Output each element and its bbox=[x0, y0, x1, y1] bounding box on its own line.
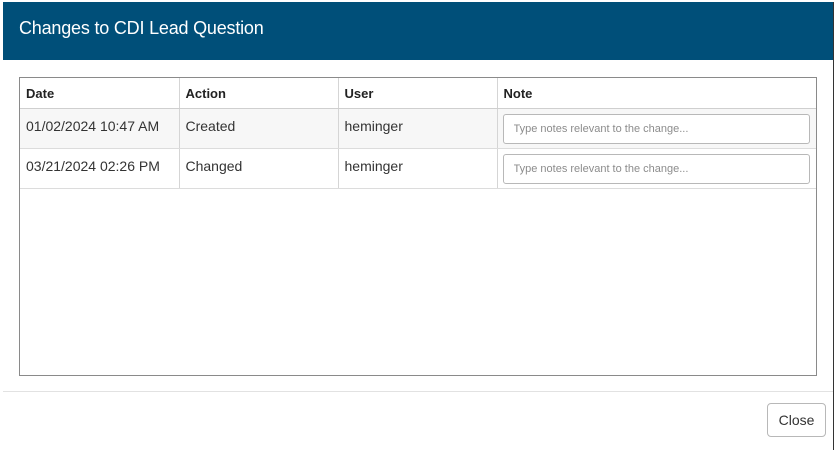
date-cell: 03/21/2024 02:26 PM bbox=[20, 148, 180, 189]
footer-divider bbox=[3, 391, 833, 392]
user-cell: heminger bbox=[338, 148, 498, 189]
close-button[interactable]: Close bbox=[767, 403, 826, 437]
table-row: 03/21/2024 02:26 PM Changed heminger bbox=[20, 148, 816, 189]
note-input[interactable] bbox=[502, 154, 810, 184]
changes-dialog: Changes to CDI Lead Question Date Action… bbox=[3, 2, 834, 450]
note-cell bbox=[497, 148, 816, 189]
note-input[interactable] bbox=[502, 114, 810, 144]
date-cell: 01/02/2024 10:47 AM bbox=[20, 108, 180, 149]
table-header-row: Date Action User Note bbox=[20, 78, 816, 109]
column-header-user[interactable]: User bbox=[338, 78, 498, 109]
action-cell: Created bbox=[179, 108, 339, 149]
column-header-action[interactable]: Action bbox=[179, 78, 339, 109]
column-header-note[interactable]: Note bbox=[497, 78, 816, 109]
dialog-title: Changes to CDI Lead Question bbox=[19, 18, 264, 38]
table-row: 01/02/2024 10:47 AM Created heminger bbox=[20, 108, 816, 149]
dialog-header: Changes to CDI Lead Question bbox=[3, 2, 833, 60]
changes-table: Date Action User Note 01/02/2024 10:47 A… bbox=[20, 78, 816, 189]
user-cell: heminger bbox=[338, 108, 498, 149]
changes-table-container: Date Action User Note 01/02/2024 10:47 A… bbox=[19, 77, 817, 376]
column-header-date[interactable]: Date bbox=[20, 78, 180, 109]
action-cell: Changed bbox=[179, 148, 339, 189]
note-cell bbox=[497, 108, 816, 149]
